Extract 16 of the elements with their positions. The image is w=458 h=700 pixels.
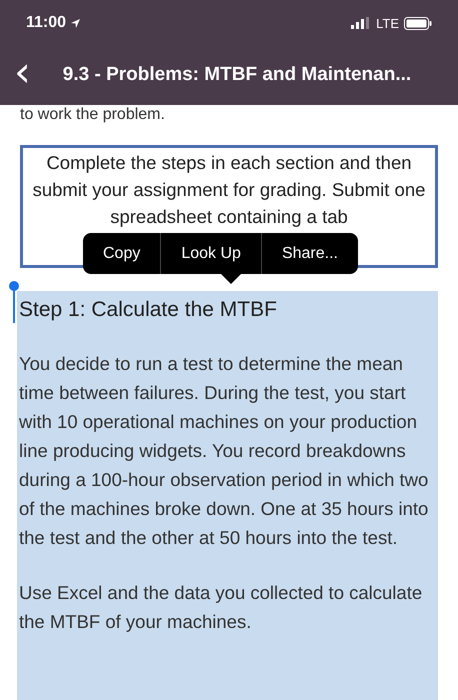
menu-item[interactable]: Look Up: [160, 233, 261, 274]
back-button[interactable]: ‹: [8, 51, 37, 99]
body-paragraph: You decide to run a test to determine the mean time between failures. During the test, you start with 10 operational machines on your production line producing widgets. You record breakdowns during a 100-hour observation period in which two of the machines broke down. One at 35 hours into the test and the other at 50 hours into the test.: [19, 352, 430, 550]
body-text: to work the problem.: [20, 105, 166, 125]
battery-icon: [404, 16, 432, 30]
page-title: 9.3 - Problems: MTBF and Maintenan...: [62, 64, 412, 86]
callout-text: Complete the steps in each section and then submit your assignment for grading. Submit one spreadsheet containing a tab: [32, 151, 426, 229]
selection-handle[interactable]: [9, 281, 19, 323]
step-heading: Step 1: Calculate the MTBF: [19, 297, 278, 323]
body-paragraph: Use Excel and the data you collected to calculate the MTBF of your machines.: [19, 581, 424, 634]
signal-icon: [351, 17, 372, 29]
status-time: 11:00: [26, 14, 66, 32]
network-label: LTE: [376, 16, 399, 30]
menu-item[interactable]: Share...: [260, 233, 358, 274]
menu-item[interactable]: Copy: [83, 233, 160, 274]
location-arrow-icon: [70, 18, 82, 28]
